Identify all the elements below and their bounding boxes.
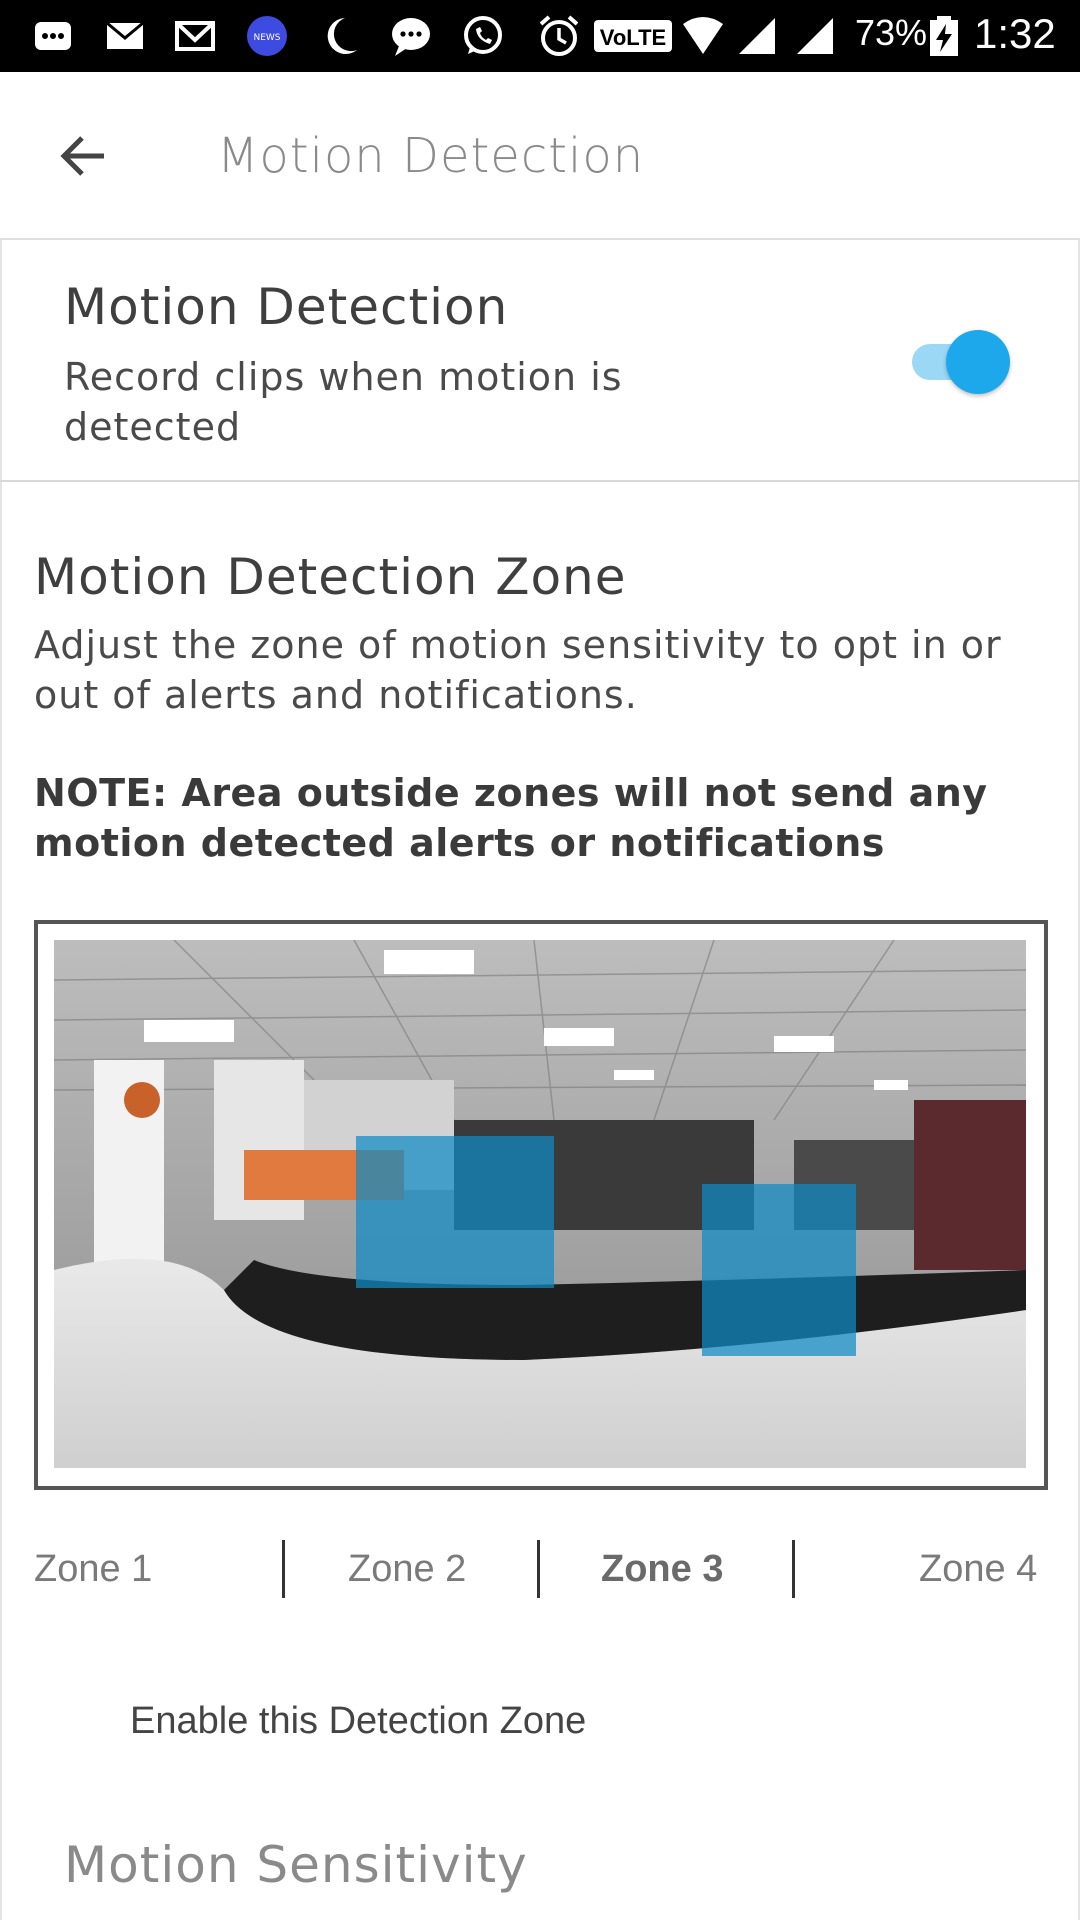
alarm-icon [536, 14, 582, 58]
tab-divider [282, 1540, 285, 1598]
status-bar: NEWS VoLTE 73% 1:32 [0, 0, 1080, 72]
arrow-back-icon [60, 136, 104, 176]
zone-tabs: Zone 1 Zone 2 Zone 3 Zone 4 [0, 1540, 1080, 1610]
tab-divider [537, 1540, 540, 1598]
enable-zone-checkbox-label[interactable]: Enable this Detection Zone [130, 1700, 586, 1743]
motion-sensitivity-title: Motion Sensitivity [64, 1836, 528, 1894]
svg-text:NEWS: NEWS [253, 33, 280, 43]
svg-text:VoLTE: VoLTE [600, 25, 666, 50]
detection-zone-area[interactable] [702, 1184, 856, 1356]
back-button[interactable] [44, 116, 124, 196]
toggle-thumb [946, 330, 1010, 394]
tab-divider [792, 1540, 795, 1598]
news-icon: NEWS [244, 14, 290, 58]
zone-section-description: Adjust the zone of motion sensitivity to… [34, 623, 1002, 717]
tab-zone-4[interactable]: Zone 4 [919, 1548, 1037, 1591]
tab-zone-1[interactable]: Zone 1 [34, 1548, 152, 1591]
battery-charging-icon [926, 14, 962, 58]
clock: 1:32 [974, 10, 1056, 57]
email-icon [102, 14, 148, 58]
tab-zone-3[interactable]: Zone 3 [601, 1548, 723, 1591]
page-title: Motion Detection [217, 128, 645, 184]
gmail-icon [172, 14, 218, 58]
battery-percent: 73% [855, 12, 928, 53]
messages-icon [30, 14, 76, 58]
wifi-icon [680, 14, 726, 58]
signal-icon-2 [792, 14, 838, 58]
zone-note: NOTE: Area outside zones will not send a… [34, 771, 988, 865]
zone-section-title: Motion Detection Zone [34, 548, 627, 606]
moon-icon [318, 14, 364, 58]
tab-zone-2[interactable]: Zone 2 [348, 1548, 466, 1591]
motion-detection-toggle[interactable] [908, 330, 1010, 394]
app-bar: Motion Detection [0, 72, 1080, 240]
volte-icon: VoLTE [592, 14, 674, 58]
motion-detection-row: Motion Detection Record clips when motio… [0, 242, 1080, 482]
detection-zone-area[interactable] [356, 1136, 554, 1288]
camera-preview[interactable] [54, 940, 1026, 1468]
motion-detection-description: Record clips when motion is detected [64, 355, 623, 449]
chat-icon [388, 14, 434, 58]
motion-detection-title: Motion Detection [64, 278, 509, 336]
signal-icon [734, 14, 780, 58]
whatsapp-icon [460, 14, 506, 58]
